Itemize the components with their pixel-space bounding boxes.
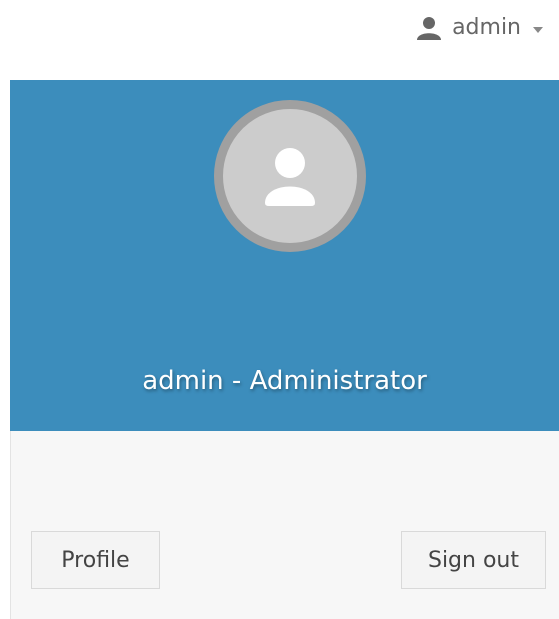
user-icon [417, 17, 442, 40]
sign-out-button[interactable]: Sign out [401, 531, 546, 589]
user-avatar [214, 100, 366, 252]
user-dropdown-panel: admin - Administrator Profile Sign out [10, 80, 559, 619]
user-menu-toggle[interactable]: admin [416, 8, 543, 48]
user-avatar-icon [265, 148, 315, 206]
user-header: admin - Administrator [10, 80, 559, 431]
user-title: admin - Administrator [142, 366, 427, 396]
navbar-username: admin [452, 15, 521, 40]
profile-button[interactable]: Profile [31, 531, 160, 589]
user-footer: Profile Sign out [10, 431, 559, 619]
caret-down-icon [533, 27, 543, 33]
